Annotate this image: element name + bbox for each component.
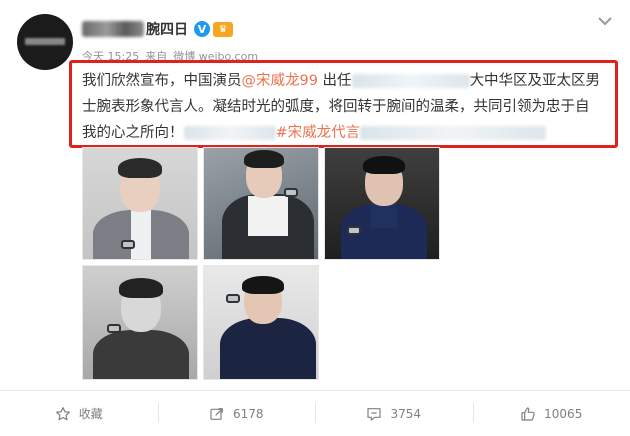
post-author[interactable]: 腕四日 V ♛: [82, 18, 233, 40]
comment-icon: [367, 407, 382, 421]
text-segment: 我们欣然宣布，中国演员: [82, 73, 242, 89]
verified-v-icon: V: [194, 21, 210, 37]
post-text-line-3: 我的心之所向！ #宋威龙代言: [82, 120, 612, 146]
vip-crown-icon: ♛: [213, 21, 233, 37]
like-button[interactable]: 10065: [472, 391, 630, 436]
post-text-line-2: 士腕表形象代言人。凝结时光的弧度，将回转于腕间的温柔，共同引领为忠于自: [82, 99, 590, 115]
like-count: 10065: [544, 406, 583, 421]
post-photo-4[interactable]: [82, 265, 198, 380]
text-segment: 出任: [317, 73, 352, 89]
repost-button[interactable]: 6178: [157, 391, 316, 436]
avatar[interactable]: [17, 14, 73, 70]
repost-count: 6178: [232, 406, 264, 421]
blurred-hashtag: [360, 126, 547, 140]
post-photo-3[interactable]: [324, 147, 440, 260]
thumbs-up-icon: [521, 406, 535, 421]
username-label[interactable]: 腕四日: [146, 19, 188, 39]
star-icon: [55, 406, 70, 420]
post-text: 我们欣然宣布，中国演员@宋威龙99 出任 大中华区及亚太区男 士腕表形象代言人。凝…: [82, 68, 612, 146]
favorite-button[interactable]: 收藏: [0, 391, 158, 436]
comment-button[interactable]: 3754: [315, 391, 473, 436]
favorite-label: 收藏: [78, 407, 103, 421]
post-action-bar: 收藏 6178 3754 10065: [0, 390, 630, 436]
mention-link[interactable]: @宋威龙99: [242, 73, 318, 89]
post-text-line-1: 我们欣然宣布，中国演员@宋威龙99 出任 大中华区及亚太区男: [82, 68, 612, 94]
post-photo-5[interactable]: [203, 265, 319, 380]
blurred-hashtag: [183, 126, 276, 140]
blurred-username: [82, 21, 144, 37]
hashtag-link[interactable]: #宋威龙代言: [276, 125, 361, 141]
post-photo-1[interactable]: [82, 147, 198, 260]
blurred-text: [351, 74, 470, 88]
comment-count: 3754: [390, 406, 422, 421]
post-photo-2[interactable]: [203, 147, 319, 260]
text-segment: 我的心之所向！: [82, 125, 184, 141]
text-segment: 大中华区及亚太区男: [469, 73, 601, 89]
repost-icon: [210, 407, 223, 420]
chevron-down-icon[interactable]: [598, 16, 612, 28]
